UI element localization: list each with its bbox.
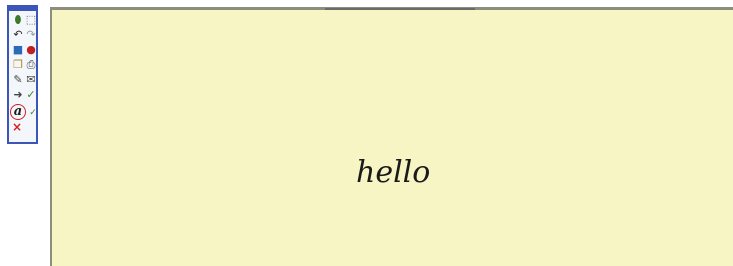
- select-rectangle-icon[interactable]: ⬚: [25, 14, 37, 26]
- redo-icon[interactable]: ↷: [25, 29, 37, 41]
- page-background-icon[interactable]: ■: [12, 44, 24, 56]
- floating-toolbar: ⬮ ⬚ ↶ ↷ ■ ● ❐ ⎙ ✎ ✉ ➜ ✓ a ✓ ×: [7, 5, 38, 144]
- email-icon[interactable]: ✉: [25, 74, 37, 86]
- recognize-icon[interactable]: ✓: [25, 89, 37, 101]
- writing-canvas[interactable]: [50, 7, 733, 266]
- close-icon[interactable]: ×: [12, 121, 22, 133]
- check-small-icon[interactable]: ✓: [27, 107, 39, 119]
- eraser-icon[interactable]: ⬮: [12, 14, 24, 26]
- export-icon[interactable]: ➜: [12, 89, 24, 101]
- text-mode-glyph: a: [13, 103, 23, 119]
- tools-icon[interactable]: ✎: [12, 74, 24, 86]
- color-picker-icon[interactable]: ●: [25, 44, 37, 56]
- text-mode-icon[interactable]: a: [10, 104, 26, 120]
- ink-text: hello: [356, 155, 430, 190]
- canvas-top-divider: [325, 8, 475, 10]
- copy-icon[interactable]: ❐: [12, 59, 24, 71]
- undo-icon[interactable]: ↶: [12, 29, 24, 41]
- print-icon[interactable]: ⎙: [25, 59, 37, 71]
- handwritten-ink: hello: [356, 155, 430, 190]
